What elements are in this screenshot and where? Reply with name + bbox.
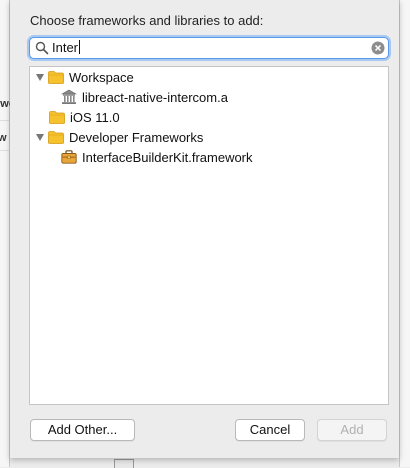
background-window-right-edge — [399, 0, 410, 467]
folder-icon — [48, 130, 64, 144]
tree-row-label: Developer Frameworks — [69, 129, 204, 145]
background-text-fragment: w — [0, 132, 7, 144]
tree-row-label: iOS 11.0 — [70, 109, 120, 125]
library-icon — [61, 89, 77, 104]
tree-row-framework[interactable]: InterfaceBuilderKit.framework — [61, 147, 253, 167]
background-window-left-edge: rwo w — [0, 0, 16, 467]
frameworks-outline-view[interactable]: Workspace libreact-native-intercom.a iOS… — [29, 66, 389, 405]
add-button[interactable]: Add — [317, 419, 387, 441]
tree-row-workspace[interactable]: Workspace — [36, 67, 134, 87]
add-frameworks-sheet: Choose frameworks and libraries to add: … — [10, 0, 399, 458]
clear-search-icon[interactable] — [371, 41, 385, 55]
dialog-prompt: Choose frameworks and libraries to add: — [30, 13, 264, 28]
disclosure-triangle-icon[interactable] — [36, 133, 44, 141]
tree-row-library[interactable]: libreact-native-intercom.a — [61, 87, 228, 107]
cancel-button[interactable]: Cancel — [235, 419, 305, 441]
search-field[interactable]: Inter — [29, 37, 389, 59]
tree-row-label: libreact-native-intercom.a — [82, 89, 228, 105]
folder-icon — [49, 110, 65, 124]
divider — [0, 120, 9, 121]
add-other-button[interactable]: Add Other... — [30, 419, 135, 441]
framework-toolbox-icon — [61, 150, 77, 164]
tree-row-ios[interactable]: iOS 11.0 — [49, 107, 120, 127]
divider — [0, 150, 9, 151]
search-input[interactable]: Inter — [52, 40, 81, 55]
search-icon — [35, 41, 49, 55]
tree-row-developer-frameworks[interactable]: Developer Frameworks — [36, 127, 203, 147]
tree-row-label: InterfaceBuilderKit.framework — [82, 149, 253, 165]
tree-row-label: Workspace — [69, 69, 134, 85]
folder-icon — [48, 70, 64, 84]
disclosure-triangle-icon[interactable] — [36, 73, 44, 81]
